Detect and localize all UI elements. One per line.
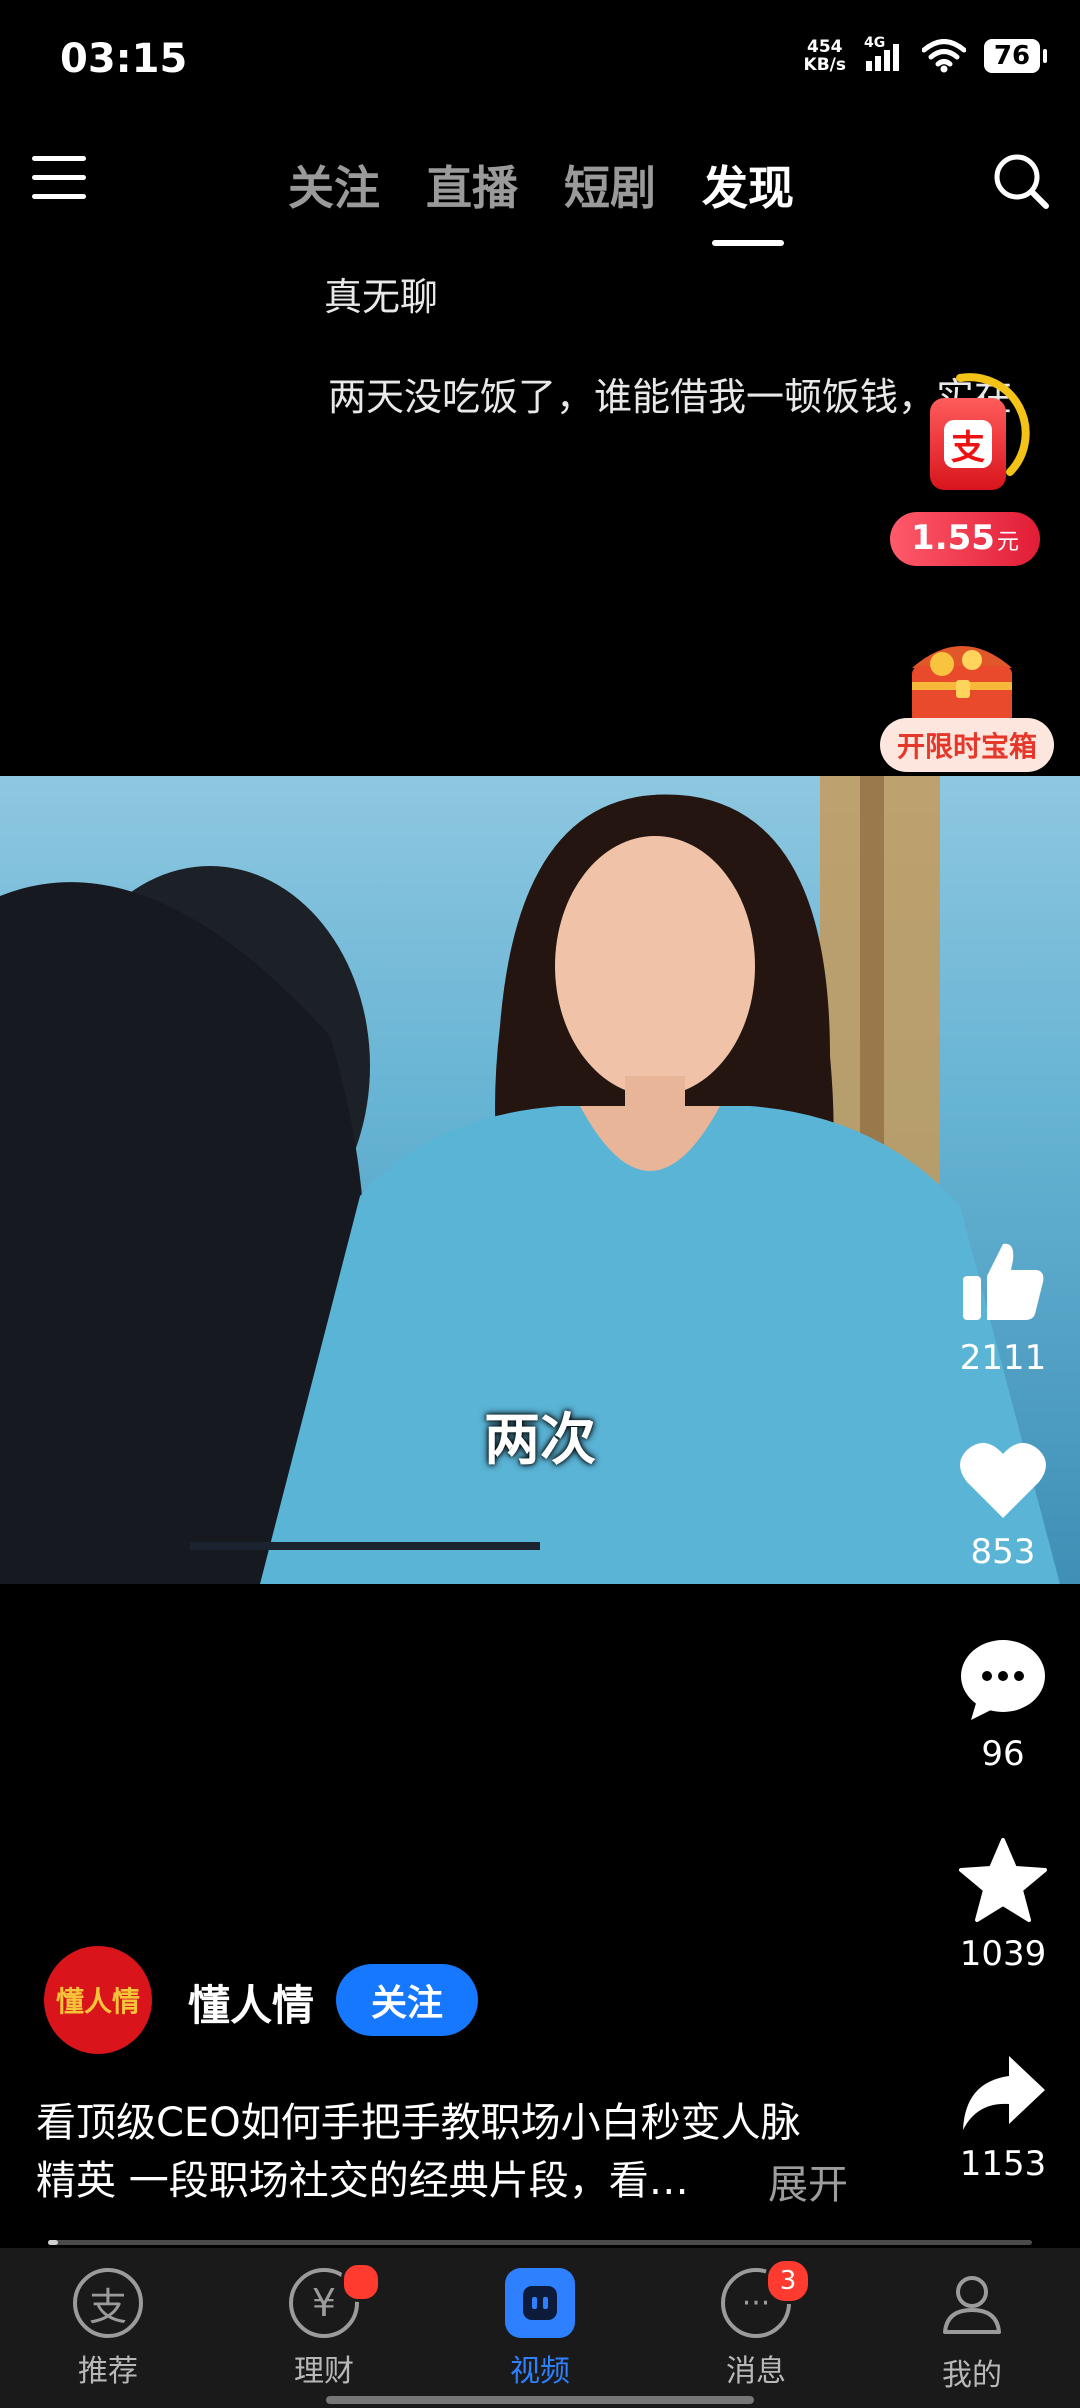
star-icon (959, 1838, 1047, 1922)
nav-messages[interactable]: ··· 3 消息 (681, 2258, 831, 2390)
nav-label: 消息 (726, 2354, 786, 2389)
share-button[interactable]: 1153 (948, 2052, 1058, 2184)
reward-amount: 1.55 (911, 518, 995, 558)
tab-follow[interactable]: 关注 (288, 152, 380, 218)
treasure-chest-label[interactable]: 开限时宝箱 (880, 718, 1054, 772)
heart-icon (960, 1442, 1046, 1518)
reward-unit: 元 (996, 530, 1019, 555)
video-progress-bar[interactable] (48, 2240, 1032, 2245)
alipay-red-envelope-icon[interactable]: 支 (930, 398, 1006, 490)
nav-label: 视频 (510, 2354, 570, 2389)
message-badge: 3 (765, 2258, 811, 2304)
bottom-nav: 支 推荐 ¥ 理财 视频 ··· 3 消息 我的 (0, 2248, 1080, 2408)
description-line-1: 看顶级CEO如何手把手教职场小白秒变人脉 (36, 2100, 801, 2146)
video-subtitle: 两次 (484, 1408, 596, 1473)
network-speed-unit: KB/s (803, 55, 846, 75)
share-arrow-icon (963, 2056, 1045, 2130)
favorite-count: 853 (970, 1532, 1036, 1572)
search-icon[interactable] (990, 150, 1052, 212)
like-count: 2111 (959, 1338, 1047, 1378)
status-icons: 454 KB/s 4G 76 (804, 35, 1047, 74)
expand-button[interactable]: 展开 (768, 2152, 848, 2210)
star-button[interactable]: 1039 (948, 1836, 1058, 1974)
share-count: 1153 (959, 2144, 1047, 2184)
profile-icon (943, 2276, 1001, 2334)
nav-label: 推荐 (78, 2354, 138, 2389)
network-speed: 454 KB/s (804, 38, 846, 74)
tab-discover[interactable]: 发现 (702, 152, 794, 218)
status-time: 03:15 (60, 36, 188, 82)
video-description[interactable]: 看顶级CEO如何手把手教职场小白秒变人脉 精英 一段职场社交的经典片段，看… (36, 2094, 896, 2210)
menu-icon[interactable] (32, 156, 86, 204)
favorite-button[interactable]: 853 (948, 1436, 1058, 1572)
thumbs-up-icon (963, 1243, 1044, 1320)
author-name[interactable]: 懂人情 (188, 1972, 314, 2033)
treasure-chest-icon[interactable] (898, 630, 1026, 730)
network-speed-value: 454 (807, 37, 843, 57)
follow-button[interactable]: 关注 (336, 1964, 478, 2036)
top-tabs: 关注 直播 短剧 发现 (288, 152, 794, 218)
nav-video[interactable]: 视频 (465, 2268, 615, 2390)
nav-recommend[interactable]: 支 推荐 (33, 2268, 183, 2390)
nav-label: 理财 (294, 2354, 354, 2389)
comment-icon (961, 1640, 1045, 1720)
comment-button[interactable]: 96 (948, 1636, 1058, 1774)
nav-profile[interactable]: 我的 (897, 2268, 1047, 2394)
reward-amount-badge[interactable]: 1.55 元 (890, 512, 1040, 566)
comment-count: 96 (981, 1734, 1025, 1774)
notification-dot (341, 2262, 381, 2302)
star-count: 1039 (959, 1934, 1047, 1974)
tab-live[interactable]: 直播 (426, 152, 518, 218)
description-line-2: 精英 一段职场社交的经典片段，看… (36, 2158, 689, 2204)
video-progress-fill (48, 2240, 58, 2245)
video-icon (505, 2268, 575, 2338)
nav-finance[interactable]: ¥ 理财 (249, 2262, 399, 2390)
nav-label: 我的 (942, 2358, 1002, 2393)
tab-short-drama[interactable]: 短剧 (564, 152, 656, 218)
home-indicator[interactable] (326, 2396, 754, 2404)
battery-icon: 76 (984, 39, 1047, 73)
cellular-signal-icon: 4G (864, 35, 904, 73)
network-type: 4G (864, 35, 886, 51)
wifi-icon (922, 39, 966, 73)
like-button[interactable]: 2111 (948, 1236, 1058, 1378)
avatar[interactable]: 懂人情 (44, 1946, 152, 2054)
danmaku-comment: 真无聊 (324, 275, 439, 319)
alipay-icon: 支 (73, 2268, 143, 2338)
